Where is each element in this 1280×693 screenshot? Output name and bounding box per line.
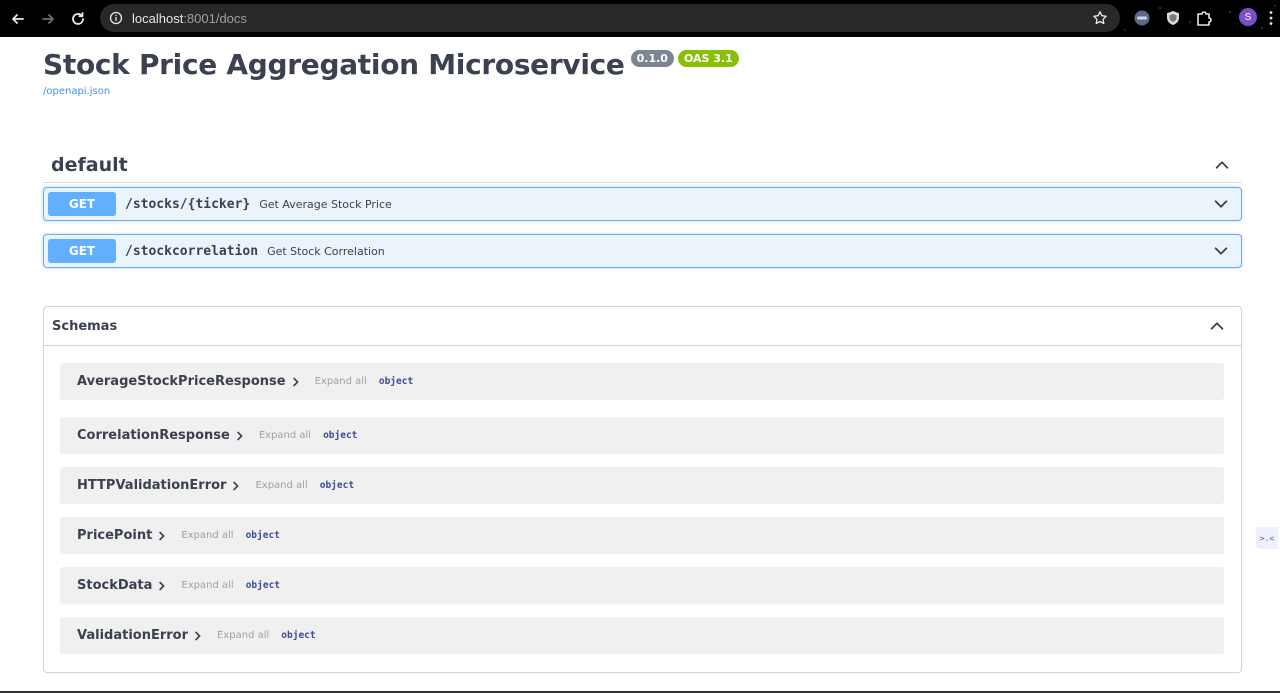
- swagger-page: Stock Price Aggregation Microservice 0.1…: [0, 37, 1280, 693]
- page-title: Stock Price Aggregation Microservice: [43, 48, 625, 81]
- tag-name: default: [51, 153, 128, 176]
- expand-all-link[interactable]: Expand all: [315, 376, 367, 387]
- forward-arrow-icon: [42, 14, 54, 24]
- extension-icon[interactable]: [1133, 9, 1151, 27]
- chevron-right-icon[interactable]: [194, 630, 204, 642]
- chevron-down-icon[interactable]: [1211, 194, 1231, 214]
- model-row[interactable]: StockData Expand all object: [60, 567, 1224, 604]
- model-type: object: [323, 430, 358, 441]
- chevron-right-icon[interactable]: [158, 530, 168, 542]
- model-row[interactable]: ValidationError Expand all object: [60, 617, 1224, 654]
- back-arrow-icon: [12, 14, 24, 24]
- operation-path: /stocks/{ticker}: [125, 196, 251, 212]
- profile-avatar[interactable]: S: [1239, 8, 1257, 26]
- expand-all-link[interactable]: Expand all: [181, 580, 233, 591]
- model-row[interactable]: HTTPValidationError Expand all object: [60, 467, 1224, 504]
- model-name: HTTPValidationError: [77, 478, 227, 493]
- expand-all-link[interactable]: Expand all: [217, 630, 269, 641]
- model-name: CorrelationResponse: [77, 428, 230, 443]
- expand-all-link[interactable]: Expand all: [255, 480, 307, 491]
- reload-button[interactable]: [65, 6, 91, 32]
- back-button[interactable]: [5, 6, 31, 32]
- version-badge: 0.1.0: [630, 50, 674, 67]
- model-name: ValidationError: [77, 628, 189, 643]
- operation-path: /stockcorrelation: [125, 243, 259, 259]
- model-type: object: [245, 580, 281, 591]
- operation-get-stockcorrelation[interactable]: GET /stockcorrelation Get Stock Correlat…: [43, 234, 1242, 268]
- address-bar[interactable]: localhost:8001/docs: [100, 4, 1120, 32]
- model-row[interactable]: CorrelationResponse Expand all object: [60, 417, 1224, 454]
- chevron-right-icon[interactable]: [292, 376, 302, 388]
- url-host: localhost: [132, 10, 184, 26]
- side-widget[interactable]: >.<: [1256, 527, 1278, 549]
- url-path: :8001/docs: [183, 10, 247, 26]
- chevron-up-icon[interactable]: [1212, 155, 1232, 175]
- model-type: object: [281, 630, 316, 641]
- model-type: object: [378, 376, 414, 387]
- url-text: localhost:8001/docs: [132, 11, 247, 26]
- schemas-header[interactable]: Schemas: [44, 307, 1241, 346]
- more-menu-icon[interactable]: [1268, 10, 1274, 26]
- operation-summary: Get Stock Correlation: [267, 244, 385, 258]
- schemas-section: Schemas AverageStockPriceResponse Expand…: [43, 306, 1242, 673]
- model-name: AverageStockPriceResponse: [77, 374, 286, 389]
- tag-section-default: default: [43, 147, 1242, 183]
- expand-all-link[interactable]: Expand all: [181, 530, 233, 541]
- model-type: object: [245, 530, 280, 541]
- tag-header[interactable]: default: [43, 147, 1242, 183]
- forward-button[interactable]: [35, 6, 61, 32]
- method-badge: GET: [48, 239, 116, 263]
- shield-icon[interactable]: [1164, 9, 1182, 27]
- site-info-icon[interactable]: [109, 11, 123, 25]
- reload-icon: [72, 12, 84, 25]
- model-type: object: [319, 480, 355, 491]
- schemas-title: Schemas: [52, 318, 118, 334]
- model-name: StockData: [77, 578, 153, 593]
- chevron-up-icon[interactable]: [1207, 316, 1227, 336]
- oas-badge: OAS 3.1: [677, 50, 739, 67]
- model-row[interactable]: PricePoint Expand all object: [60, 517, 1224, 554]
- chevron-right-icon[interactable]: [232, 480, 242, 492]
- operation-get-stocks-ticker[interactable]: GET /stocks/{ticker} Get Average Stock P…: [43, 187, 1242, 221]
- browser-toolbar: localhost:8001/docs S: [0, 0, 1280, 37]
- model-name: PricePoint: [77, 528, 153, 543]
- puzzle-icon[interactable]: [1195, 9, 1213, 27]
- operation-summary: Get Average Stock Price: [259, 197, 392, 211]
- chevron-down-icon[interactable]: [1211, 241, 1231, 261]
- method-badge: GET: [48, 192, 116, 216]
- info-header: Stock Price Aggregation Microservice 0.1…: [43, 47, 739, 83]
- bookmark-star-icon[interactable]: [1092, 10, 1108, 26]
- chevron-right-icon[interactable]: [236, 430, 246, 442]
- chevron-right-icon[interactable]: [158, 580, 168, 592]
- openapi-json-link[interactable]: /openapi.json: [43, 86, 110, 97]
- expand-all-link[interactable]: Expand all: [259, 430, 311, 441]
- model-row[interactable]: AverageStockPriceResponse Expand all obj…: [60, 363, 1224, 400]
